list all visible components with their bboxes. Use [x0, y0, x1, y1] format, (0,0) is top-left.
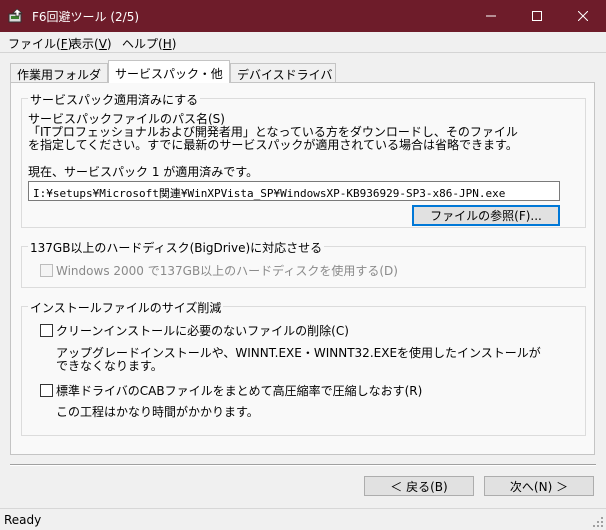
clean-install-checkbox[interactable]	[40, 324, 53, 337]
menu-divider	[0, 52, 606, 53]
size-reduction-group: インストールファイルのサイズ削減 クリーンインストールに必要のないファイルの削除…	[21, 299, 586, 436]
bigdrive-group: 137GB以上のハードディスク(BigDrive)に対応させる Windows …	[21, 239, 586, 288]
window-title: F6回避ツール (2/5)	[32, 10, 140, 24]
clean-install-label[interactable]: クリーンインストールに必要のないファイルの削除(C)	[56, 325, 349, 338]
bigdrive-checkbox[interactable]	[40, 264, 53, 277]
tab-panel: サービスパック適用済みにする サービスパックファイルのパス名(S) 「ITプロフ…	[10, 82, 595, 455]
description-line-2: を指定してください。すでに最新のサービスパックが適用されている場合は省略できます…	[28, 138, 518, 152]
current-status-text: 現在、サービスパック 1 が適用済みです。	[28, 165, 259, 179]
recompress-cab-checkbox[interactable]	[40, 384, 53, 397]
minimize-button[interactable]	[468, 0, 514, 32]
bigdrive-group-title: 137GB以上のハードディスク(BigDrive)に対応させる	[28, 239, 325, 256]
browse-file-button[interactable]: ファイルの参照(F)...	[412, 205, 560, 226]
service-pack-group: サービスパック適用済みにする サービスパックファイルのパス名(S) 「ITプロフ…	[21, 91, 586, 228]
recompress-cab-desc: この工程はかなり時間がかかります。	[56, 405, 259, 419]
bottom-divider	[10, 464, 596, 466]
size-reduction-group-title: インストールファイルのサイズ削減	[28, 299, 224, 316]
menu-help[interactable]: ヘルプ(H)	[122, 35, 176, 52]
title-bar[interactable]: F6回避ツール (2/5)	[0, 0, 606, 32]
tab-working-folder[interactable]: 作業用フォルダ	[10, 63, 108, 82]
bigdrive-checkbox-label: Windows 2000 で137GB以上のハードディスクを使用する(D)	[56, 264, 398, 278]
clean-install-desc-line-2: できなくなります。	[56, 359, 163, 373]
close-icon	[578, 11, 588, 21]
maximize-button[interactable]	[514, 0, 560, 32]
back-button[interactable]: ＜ 戻る(B)	[364, 476, 474, 496]
next-button[interactable]: 次へ(N) ＞	[484, 476, 594, 496]
menu-bar: ファイル(F) 表示(V) ヘルプ(H)	[0, 32, 606, 52]
recompress-cab-label[interactable]: 標準ドライバのCABファイルをまとめて高圧縮率で圧縮しなおす(R)	[56, 385, 422, 398]
status-bar: Ready	[0, 508, 606, 530]
tab-device-driver[interactable]: デバイスドライバ	[230, 63, 336, 82]
status-text: Ready	[4, 513, 42, 527]
path-input[interactable]: I:¥setups¥Microsoft関連¥WinXPVista_SP¥Wind…	[28, 181, 560, 201]
tab-service-pack[interactable]: サービスパック・他	[108, 60, 230, 83]
app-icon	[8, 8, 24, 24]
minimize-icon	[486, 11, 496, 21]
menu-file[interactable]: ファイル(F)	[8, 35, 72, 52]
service-pack-group-title: サービスパック適用済みにする	[28, 91, 201, 108]
menu-view[interactable]: 表示(V)	[70, 35, 112, 52]
maximize-icon	[532, 11, 542, 21]
close-button[interactable]	[560, 0, 606, 32]
resize-grip-icon[interactable]	[592, 516, 604, 528]
